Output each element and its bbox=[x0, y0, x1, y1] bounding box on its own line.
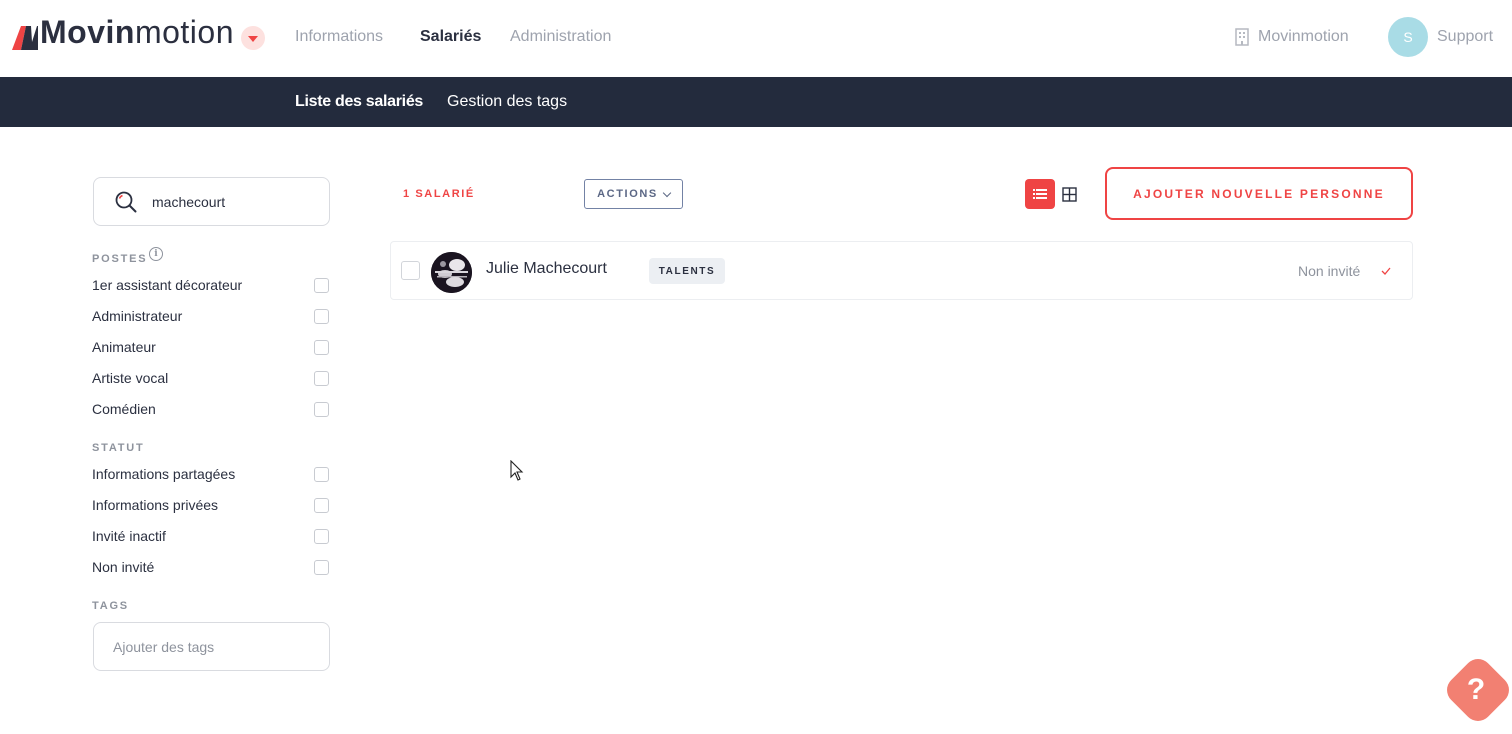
list-icon bbox=[1033, 189, 1047, 199]
nav-item-administration[interactable]: Administration bbox=[510, 28, 611, 46]
filter-checkbox[interactable] bbox=[314, 277, 329, 293]
logo-text-bold: Movin bbox=[40, 14, 135, 50]
mouse-pointer-icon bbox=[510, 460, 524, 481]
check-icon[interactable] bbox=[1381, 266, 1391, 276]
filter-statut-invite-inactif[interactable]: Invité inactif bbox=[92, 525, 330, 547]
filter-checkbox[interactable] bbox=[314, 559, 329, 575]
logo-text-light: motion bbox=[134, 14, 234, 50]
info-icon[interactable]: i bbox=[149, 247, 163, 261]
employee-row[interactable]: Julie Machecourt TALENTS Non invité bbox=[390, 241, 1413, 300]
filter-poste-comedien[interactable]: Comédien bbox=[92, 398, 330, 420]
user-avatar[interactable]: S bbox=[1388, 17, 1428, 57]
building-icon bbox=[1235, 28, 1249, 46]
filter-poste-administrateur[interactable]: Administrateur bbox=[92, 305, 330, 327]
filter-label: Animateur bbox=[92, 339, 156, 355]
tag-badge: TALENTS bbox=[649, 258, 725, 284]
tags-section-title: TAGS bbox=[92, 600, 129, 612]
search-input[interactable] bbox=[152, 191, 322, 213]
filter-label: 1er assistant décorateur bbox=[92, 277, 243, 293]
filter-label: Informations privées bbox=[92, 497, 219, 513]
filter-checkbox[interactable] bbox=[314, 466, 329, 482]
nav-item-informations[interactable]: Informations bbox=[295, 28, 383, 46]
filter-label: Invité inactif bbox=[92, 528, 166, 544]
logo-m-icon bbox=[12, 26, 38, 50]
filter-poste-artiste-vocal[interactable]: Artiste vocal bbox=[92, 367, 330, 389]
tab-gestion-des-tags[interactable]: Gestion des tags bbox=[447, 93, 567, 111]
filter-checkbox[interactable] bbox=[314, 339, 329, 355]
actions-label: ACTIONS bbox=[597, 188, 658, 200]
filter-poste-1er-assistant-decorateur[interactable]: 1er assistant décorateur bbox=[92, 274, 330, 296]
employee-avatar bbox=[431, 252, 472, 293]
movinmotion-logo[interactable]: Movin motion bbox=[12, 14, 234, 50]
help-button[interactable]: ? bbox=[1440, 652, 1512, 724]
postes-section-title: POSTES bbox=[92, 253, 148, 265]
filter-label: Informations partagées bbox=[92, 466, 236, 482]
filter-checkbox[interactable] bbox=[314, 308, 329, 324]
statut-section-title: STATUT bbox=[92, 442, 145, 454]
filter-poste-animateur[interactable]: Animateur bbox=[92, 336, 330, 358]
question-mark-icon: ? bbox=[1447, 659, 1509, 721]
help-label: ? bbox=[1467, 673, 1485, 706]
filter-statut-non-invite[interactable]: Non invité bbox=[92, 556, 330, 578]
chevron-down-icon bbox=[662, 188, 672, 197]
grid-view-icon[interactable] bbox=[1062, 187, 1077, 202]
tab-liste-des-salaries[interactable]: Liste des salariés bbox=[295, 93, 423, 111]
actions-dropdown-button[interactable]: ACTIONS bbox=[584, 179, 683, 209]
company-selector[interactable]: Movinmotion bbox=[1234, 28, 1349, 46]
top-navigation-bar: Movin motion Informations Salariés Admini… bbox=[0, 0, 1512, 77]
filter-label: Comédien bbox=[92, 401, 156, 417]
nav-item-salaries[interactable]: Salariés bbox=[420, 28, 481, 46]
filter-checkbox[interactable] bbox=[314, 370, 329, 386]
employee-count: 1 SALARIÉ bbox=[403, 188, 475, 200]
add-person-button[interactable]: AJOUTER NOUVELLE PERSONNE bbox=[1105, 167, 1413, 220]
company-name: Movinmotion bbox=[1258, 28, 1349, 45]
employee-name[interactable]: Julie Machecourt bbox=[486, 260, 607, 278]
filter-statut-informations-partagees[interactable]: Informations partagées bbox=[92, 463, 330, 485]
app-switcher-dropdown-icon[interactable] bbox=[241, 26, 265, 50]
sub-navigation-bar: Liste des salariés Gestion des tags bbox=[0, 77, 1512, 127]
list-view-button[interactable] bbox=[1025, 179, 1055, 209]
tags-input[interactable] bbox=[93, 622, 330, 671]
filter-checkbox[interactable] bbox=[314, 497, 329, 513]
status-text: Non invité bbox=[1298, 263, 1361, 279]
filter-label: Administrateur bbox=[92, 308, 183, 324]
filter-label: Artiste vocal bbox=[92, 370, 169, 386]
search-icon bbox=[115, 191, 137, 213]
filter-label: Non invité bbox=[92, 559, 155, 575]
search-box bbox=[93, 177, 330, 226]
row-checkbox[interactable] bbox=[401, 261, 420, 280]
filter-checkbox[interactable] bbox=[314, 528, 329, 544]
filter-statut-informations-privees[interactable]: Informations privées bbox=[92, 494, 330, 516]
filter-checkbox[interactable] bbox=[314, 401, 329, 417]
support-link[interactable]: Support bbox=[1437, 28, 1493, 46]
